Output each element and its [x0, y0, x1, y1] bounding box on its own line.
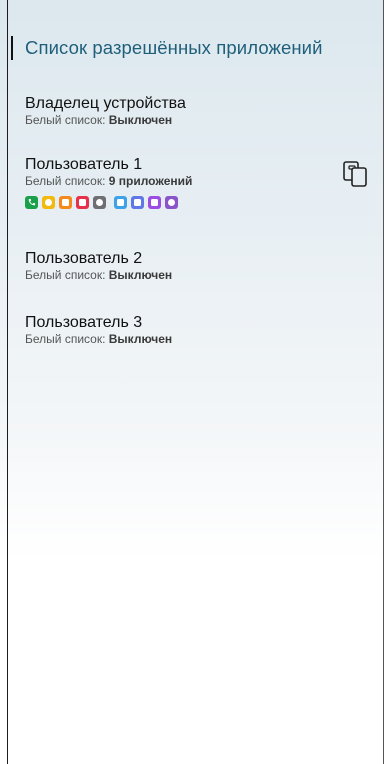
- user-item-user-1[interactable]: Пользователь 1 Белый список: 9 приложени…: [25, 155, 372, 209]
- phone-app-icon: [25, 195, 38, 209]
- whitelist-status: Белый список: Выключен: [25, 113, 372, 128]
- user-name: Пользователь 1: [25, 156, 143, 173]
- whitelist-status-label: Белый список:: [25, 113, 109, 127]
- page-header: Список разрешённых приложений: [11, 34, 323, 62]
- copy-button[interactable]: [340, 158, 372, 190]
- help-app-icon: [114, 195, 127, 209]
- allowed-apps-row: [25, 195, 372, 209]
- messages-app-icon: [42, 195, 55, 209]
- whitelist-status-value: 9 приложений: [108, 174, 193, 188]
- notes-app-icon: [148, 195, 161, 209]
- whitelist-status-value: Выключен: [108, 113, 173, 127]
- header-accent-bar: [11, 36, 13, 60]
- page-title: Список разрешённых приложений: [25, 37, 323, 58]
- user-item-user-2[interactable]: Пользователь 2 Белый список: Выключен: [25, 249, 372, 283]
- calculator-app-icon: [131, 195, 144, 209]
- whitelist-status: Белый список: Выключен: [25, 268, 372, 283]
- window-edge-left: [7, 0, 8, 764]
- user-item-owner[interactable]: Владелец устройства Белый список: Выключ…: [25, 94, 372, 128]
- whitelist-status-value: Выключен: [108, 332, 173, 346]
- whitelist-status-label: Белый список:: [25, 174, 109, 188]
- user-name: Пользователь 3: [25, 314, 143, 331]
- whitelist-status-value: Выключен: [108, 268, 173, 282]
- contacts-app-icon: [59, 195, 72, 209]
- user-item-user-3[interactable]: Пользователь 3 Белый список: Выключен: [25, 313, 372, 347]
- whitelist-status: Белый список: Выключен: [25, 332, 372, 347]
- user-name: Владелец устройства: [25, 95, 186, 112]
- settings-app-icon: [93, 195, 106, 209]
- whitelist-status-label: Белый список:: [25, 332, 109, 346]
- user-name: Пользователь 2: [25, 250, 143, 267]
- clock-app-icon: [165, 195, 178, 209]
- whitelist-status-label: Белый список:: [25, 268, 109, 282]
- whitelist-status: Белый список: 9 приложений: [25, 174, 372, 189]
- copy-icon: [343, 161, 367, 187]
- video-app-icon: [76, 195, 89, 209]
